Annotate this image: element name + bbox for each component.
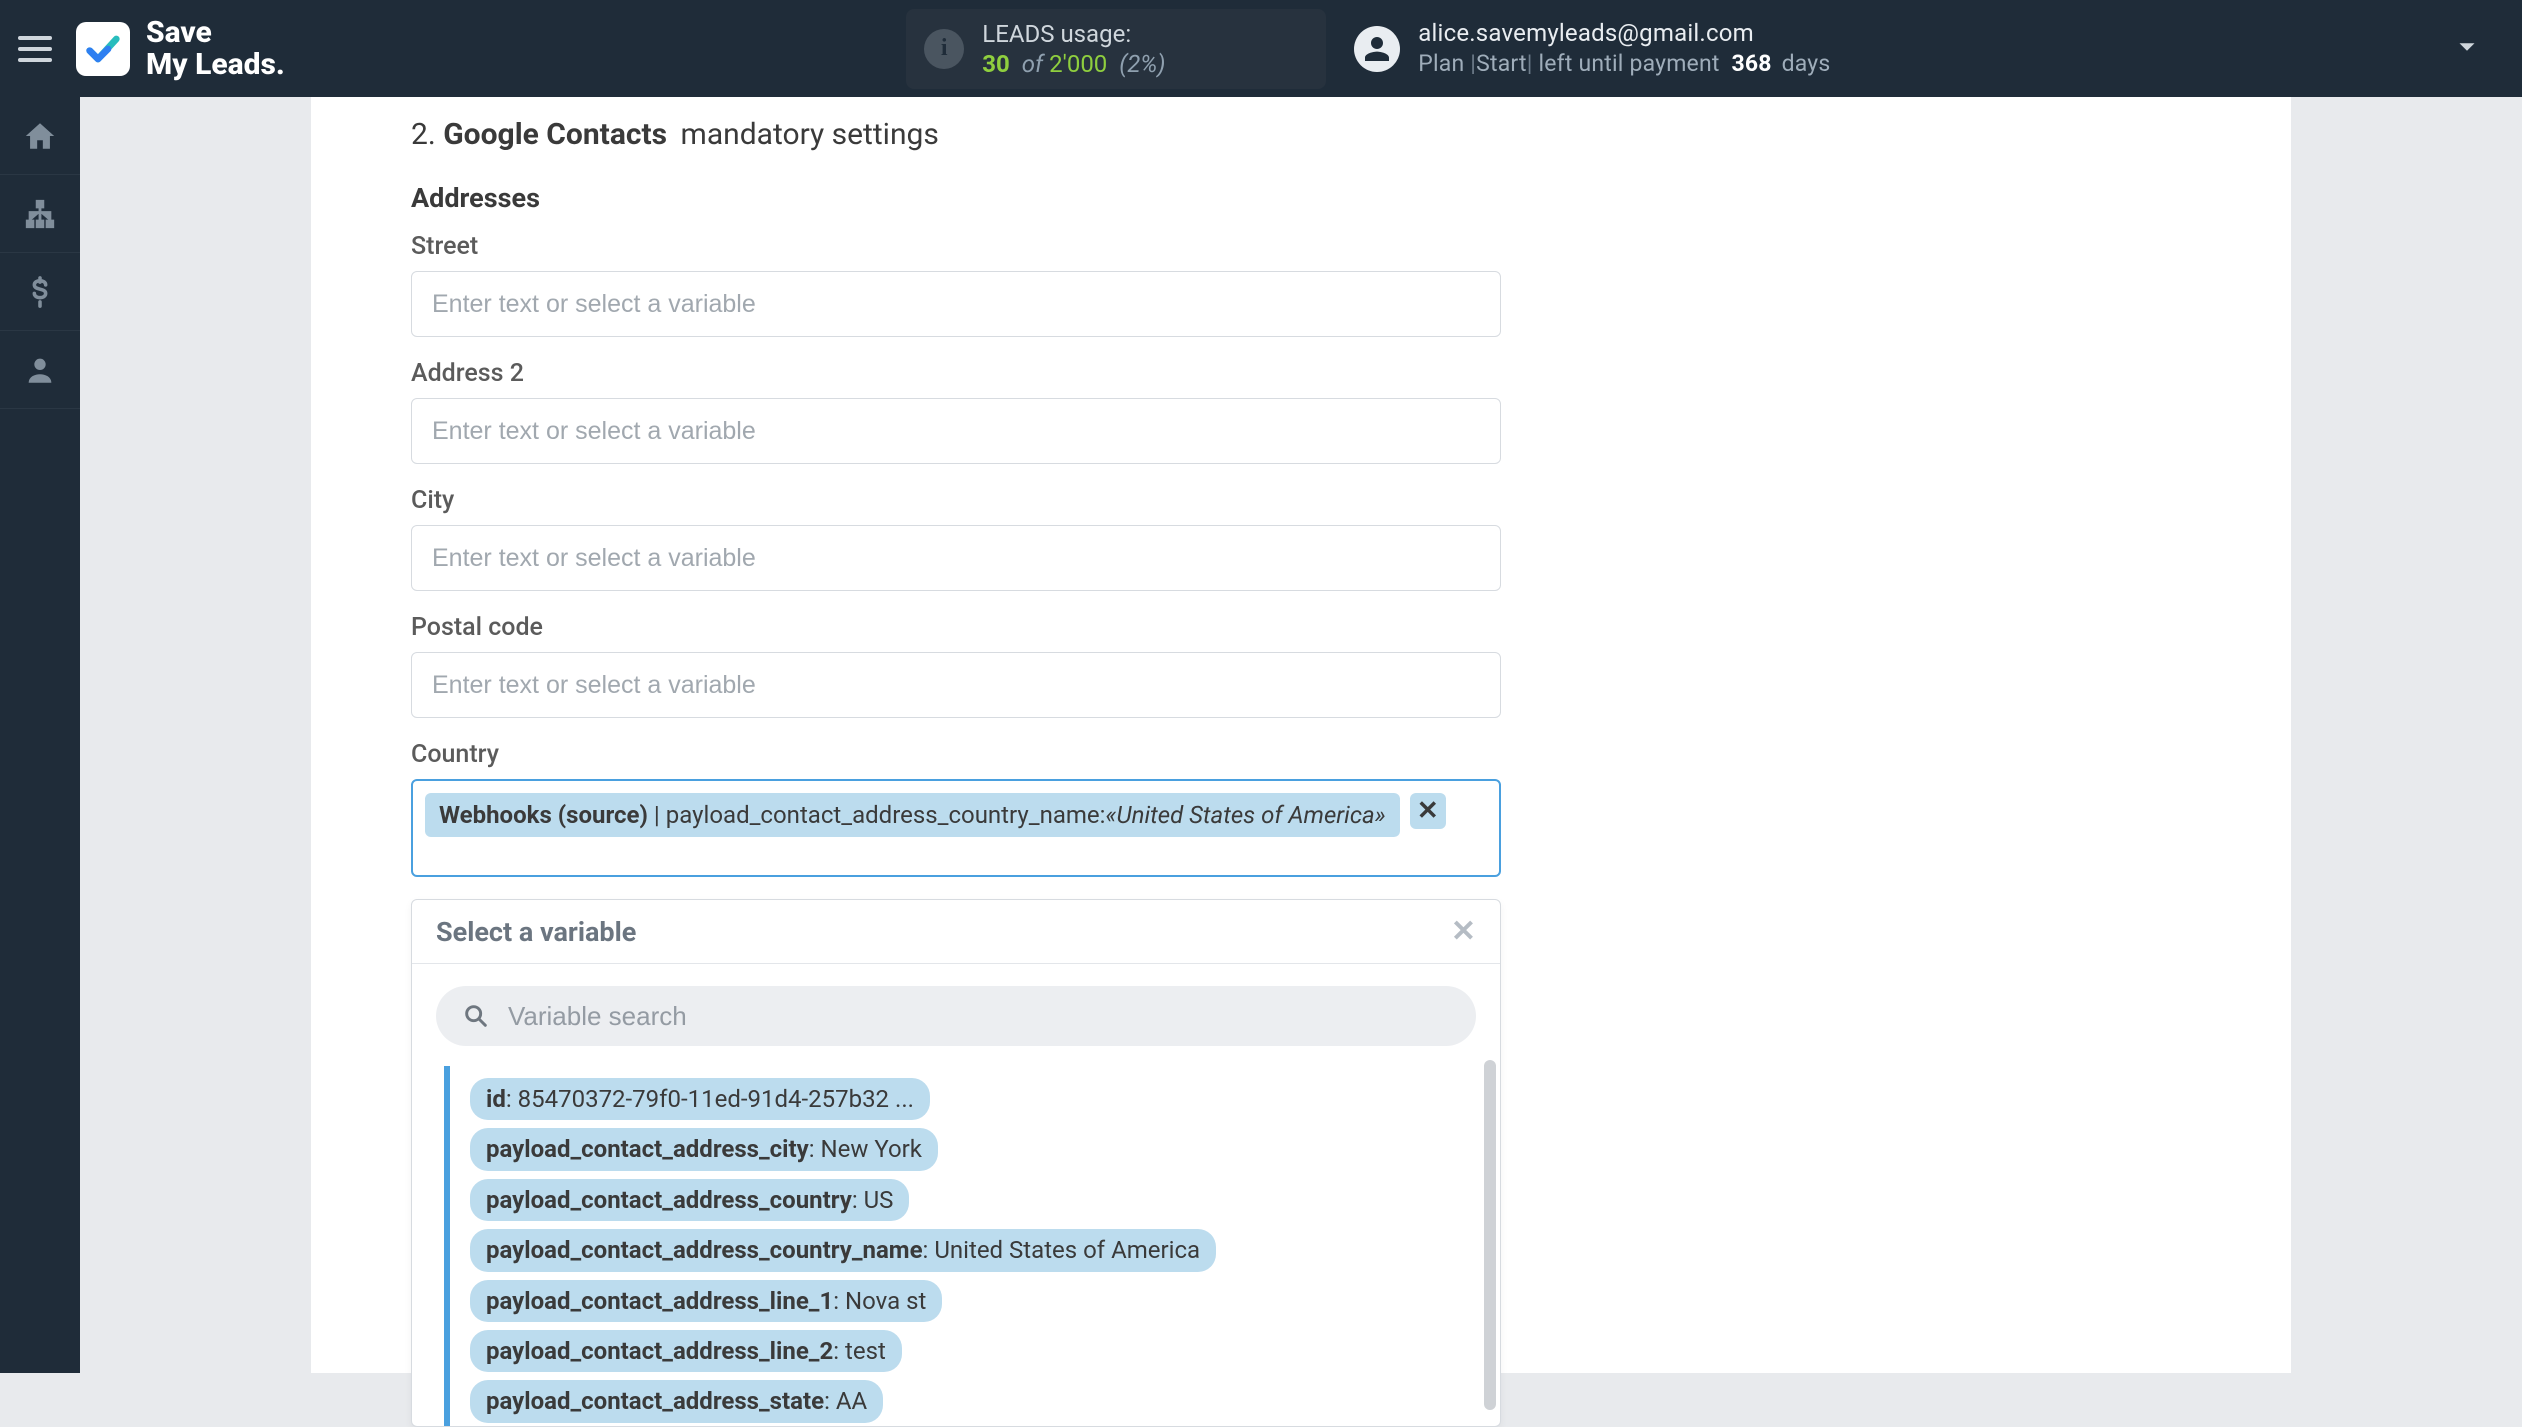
search-icon bbox=[462, 1002, 490, 1030]
remove-tag-button[interactable]: ✕ bbox=[1410, 793, 1446, 829]
field-postal: Postal code bbox=[411, 613, 1501, 718]
dropdown-header: Select a variable ✕ bbox=[412, 900, 1500, 964]
topbar: Save My Leads. i LEADS usage: 30 of2'000… bbox=[0, 0, 2522, 97]
variable-list[interactable]: id: 85470372-79f0-11ed-91d4-257b32 ... pa… bbox=[444, 1066, 1476, 1426]
nav-integrations[interactable] bbox=[0, 175, 80, 253]
field-address2: Address 2 bbox=[411, 359, 1501, 464]
section-title: 2. Google Contacts mandatory settings bbox=[411, 117, 2131, 152]
main-area: 2. Google Contacts mandatory settings Ad… bbox=[80, 97, 2522, 1373]
field-country: Country Webhooks (source) | payload_cont… bbox=[411, 740, 1501, 877]
dropdown-close-button[interactable]: ✕ bbox=[1451, 914, 1476, 949]
addresses-heading: Addresses bbox=[411, 182, 2131, 214]
variable-option[interactable]: payload_contact_address_country: US bbox=[470, 1179, 1476, 1221]
dropdown-title: Select a variable bbox=[436, 916, 636, 948]
input-address2[interactable] bbox=[411, 398, 1501, 464]
brand-line-1: Save bbox=[146, 15, 212, 50]
checkmark-logo-icon bbox=[83, 29, 123, 69]
app-logo[interactable] bbox=[76, 22, 130, 76]
dropdown-scrollbar[interactable] bbox=[1484, 1060, 1496, 1410]
brand-line-2: My Leads. bbox=[146, 49, 285, 81]
variable-option[interactable]: payload_contact_address_line_2: test bbox=[470, 1330, 1476, 1372]
leads-usage-panel: i LEADS usage: 30 of2'000 (2%) bbox=[906, 9, 1326, 89]
account-panel[interactable]: alice.savemyleads@gmail.com Plan |Start|… bbox=[1354, 18, 1830, 79]
chevron-down-icon bbox=[2452, 32, 2482, 62]
dollar-icon bbox=[23, 275, 57, 309]
user-avatar bbox=[1354, 26, 1400, 72]
variable-option[interactable]: payload_contact_address_country_name: Un… bbox=[470, 1229, 1476, 1271]
variable-option[interactable]: payload_contact_address_city: New York bbox=[470, 1128, 1476, 1170]
settings-card: 2. Google Contacts mandatory settings Ad… bbox=[311, 97, 2291, 1373]
brand-title: Save My Leads. bbox=[146, 17, 285, 80]
field-street: Street bbox=[411, 232, 1501, 337]
label-street: Street bbox=[411, 232, 1501, 261]
sidebar bbox=[0, 97, 80, 1373]
input-postal[interactable] bbox=[411, 652, 1501, 718]
info-icon: i bbox=[924, 29, 964, 69]
variable-search-box[interactable] bbox=[436, 986, 1476, 1046]
label-postal: Postal code bbox=[411, 613, 1501, 642]
input-street[interactable] bbox=[411, 271, 1501, 337]
input-country[interactable]: Webhooks (source) | payload_contact_addr… bbox=[411, 779, 1501, 877]
variable-option[interactable]: payload_contact_address_state: AA bbox=[470, 1380, 1476, 1422]
variable-search-input[interactable] bbox=[508, 1001, 1450, 1032]
label-address2: Address 2 bbox=[411, 359, 1501, 388]
usage-label: LEADS usage: bbox=[982, 19, 1165, 49]
plan-line: Plan |Start| left until payment 368 days bbox=[1418, 50, 1830, 79]
input-city[interactable] bbox=[411, 525, 1501, 591]
home-icon bbox=[23, 119, 57, 153]
usage-values: 30 of2'000 (2%) bbox=[982, 49, 1165, 79]
nav-account[interactable] bbox=[0, 331, 80, 409]
field-city: City bbox=[411, 486, 1501, 591]
label-country: Country bbox=[411, 740, 1501, 769]
country-tag[interactable]: Webhooks (source) | payload_contact_addr… bbox=[425, 793, 1400, 837]
variable-dropdown: Select a variable ✕ id: 85470372-79f0-11… bbox=[411, 899, 1501, 1427]
variable-option[interactable]: payload_contact_address_line_1: Nova st bbox=[470, 1280, 1476, 1322]
sitemap-icon bbox=[23, 197, 57, 231]
menu-toggle-button[interactable] bbox=[18, 30, 56, 68]
account-email: alice.savemyleads@gmail.com bbox=[1418, 18, 1830, 48]
user-icon bbox=[23, 353, 57, 387]
nav-billing[interactable] bbox=[0, 253, 80, 331]
variable-option[interactable]: id: 85470372-79f0-11ed-91d4-257b32 ... bbox=[470, 1078, 1476, 1120]
nav-home[interactable] bbox=[0, 97, 80, 175]
label-city: City bbox=[411, 486, 1501, 515]
account-chevron[interactable] bbox=[2452, 32, 2482, 66]
